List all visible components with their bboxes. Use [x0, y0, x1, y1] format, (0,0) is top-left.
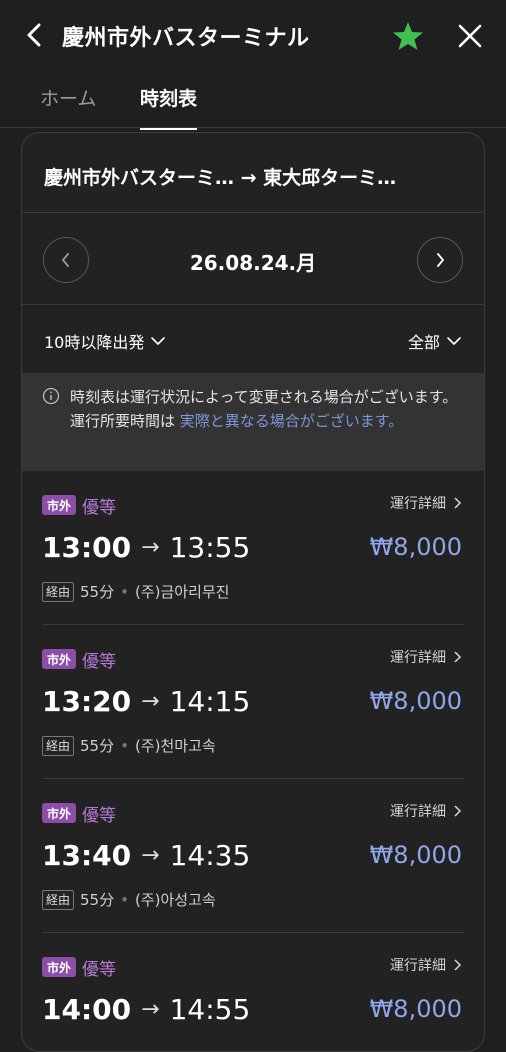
- chevron-left-icon: [27, 23, 41, 47]
- arrow-right-icon: →: [141, 535, 160, 560]
- via-tag: 経由: [42, 889, 75, 910]
- arrive-time: 14:15: [169, 685, 251, 718]
- page-title: 慶州市外バスターミナル: [62, 26, 310, 51]
- bus-company: (주)아성고속: [134, 891, 216, 909]
- arrow-right-icon: →: [141, 997, 160, 1022]
- operation-detail-link[interactable]: 運行詳細: [390, 955, 462, 975]
- arrive-time: 13:55: [169, 531, 251, 564]
- info-icon: [42, 387, 60, 405]
- tab-home[interactable]: ホーム: [40, 84, 96, 128]
- operation-detail-link[interactable]: 運行詳細: [390, 493, 462, 513]
- arrow-right-icon: →: [141, 689, 160, 714]
- chevron-right-icon: [454, 959, 462, 971]
- bus-meta: 経由 55分 • (주)금아리무진: [42, 581, 229, 602]
- close-icon: [458, 24, 482, 48]
- schedule-times: 13:00 → 13:55: [42, 531, 250, 564]
- schedule-times: 14:00 → 14:55: [42, 993, 250, 1026]
- bus-meta: 経由 55分 • (주)아성고속: [42, 889, 216, 910]
- duration: 55分: [80, 891, 115, 909]
- bus-grade: 優等: [82, 960, 116, 980]
- top-bar: 慶州市外バスターミナル: [0, 0, 506, 70]
- tab-bar: ホーム 時刻表: [0, 78, 506, 130]
- separator-dot: •: [120, 582, 129, 601]
- depart-time: 13:00: [42, 531, 132, 564]
- route-label: 慶州市外バスターミ… → 東大邱ターミ…: [44, 167, 397, 189]
- route-type-badge: 市外: [42, 649, 76, 669]
- close-button[interactable]: [456, 22, 484, 50]
- back-button[interactable]: [22, 20, 46, 50]
- detail-label: 運行詳細: [390, 804, 446, 820]
- fare-price: ₩8,000: [369, 841, 462, 869]
- bus-list-item[interactable]: 市外 優等 運行詳細 13:20 → 14:15 ₩8,000 経由 55分 •…: [22, 625, 484, 779]
- operation-detail-link[interactable]: 運行詳細: [390, 801, 462, 821]
- filter-row: 10時以降出発 全部: [22, 305, 484, 375]
- bus-grade: 優等: [82, 806, 116, 826]
- separator-dot: •: [120, 890, 129, 909]
- favorite-button[interactable]: [392, 20, 424, 52]
- chevron-down-icon: [151, 337, 166, 345]
- arrow-right-icon: →: [141, 843, 160, 868]
- bus-list-item[interactable]: 市外 優等 運行詳細 13:40 → 14:35 ₩8,000 経由 55分 •…: [22, 779, 484, 933]
- depart-time: 13:20: [42, 685, 132, 718]
- chevron-right-icon: [454, 805, 462, 817]
- schedule-times: 13:20 → 14:15: [42, 685, 250, 718]
- date-label: 26.08.24.月: [189, 251, 317, 275]
- next-date-button[interactable]: [417, 237, 463, 283]
- route-type-badge: 市外: [42, 803, 76, 823]
- duration: 55分: [80, 583, 115, 601]
- fare-price: ₩8,000: [369, 533, 462, 561]
- duration: 55分: [80, 737, 115, 755]
- bus-list-item[interactable]: 市外 優等 運行詳細 13:00 → 13:55 ₩8,000 経由 55分 •…: [22, 471, 484, 625]
- bus-company: (주)천마고속: [134, 737, 216, 755]
- chevron-right-icon: [454, 651, 462, 663]
- route-type-badge: 市外: [42, 957, 76, 977]
- via-tag: 経由: [42, 581, 75, 602]
- separator-dot: •: [120, 736, 129, 755]
- bus-list-item[interactable]: 市外 優等 運行詳細 14:00 → 14:55 ₩8,000: [22, 933, 484, 1051]
- bus-grade: 優等: [82, 652, 116, 672]
- fare-price: ₩8,000: [369, 995, 462, 1023]
- time-filter-dropdown[interactable]: 10時以降出発: [44, 329, 166, 353]
- bus-company: (주)금아리무진: [134, 583, 230, 601]
- detail-label: 運行詳細: [390, 958, 446, 974]
- chevron-down-icon: [447, 337, 461, 345]
- operation-detail-link[interactable]: 運行詳細: [390, 647, 462, 667]
- star-icon: [393, 22, 423, 50]
- notice-box: 時刻表は運行状況によって変更される場合がございます。運行所要時間は 実際と異なる…: [22, 373, 484, 471]
- detail-label: 運行詳細: [390, 650, 446, 666]
- chevron-right-icon: [454, 497, 462, 509]
- arrive-time: 14:55: [169, 993, 251, 1026]
- bus-meta: 経由 55分 • (주)천마고속: [42, 735, 216, 756]
- bus-grade: 優等: [82, 498, 116, 518]
- type-filter-label: 全部: [407, 333, 440, 352]
- date-selector: 26.08.24.月: [22, 213, 484, 305]
- schedule-times: 13:40 → 14:35: [42, 839, 250, 872]
- detail-label: 運行詳細: [390, 496, 446, 512]
- via-tag: 経由: [42, 735, 75, 756]
- depart-time: 14:00: [42, 993, 132, 1026]
- arrive-time: 14:35: [169, 839, 251, 872]
- route-type-badge: 市外: [42, 495, 76, 515]
- depart-time: 13:40: [42, 839, 132, 872]
- fare-price: ₩8,000: [369, 687, 462, 715]
- tab-timetable[interactable]: 時刻表: [140, 84, 198, 130]
- type-filter-dropdown[interactable]: 全部: [408, 329, 462, 353]
- time-filter-label: 10時以降出発: [44, 333, 145, 352]
- route-row[interactable]: 慶州市外バスターミ… → 東大邱ターミ…: [22, 133, 484, 213]
- timetable-card: 慶州市外バスターミ… → 東大邱ターミ… 26.08.24.月 10時以降出発 …: [21, 132, 485, 1052]
- notice-link[interactable]: 実際と異なる場合がございます。: [180, 412, 404, 430]
- chevron-right-icon: [437, 253, 444, 267]
